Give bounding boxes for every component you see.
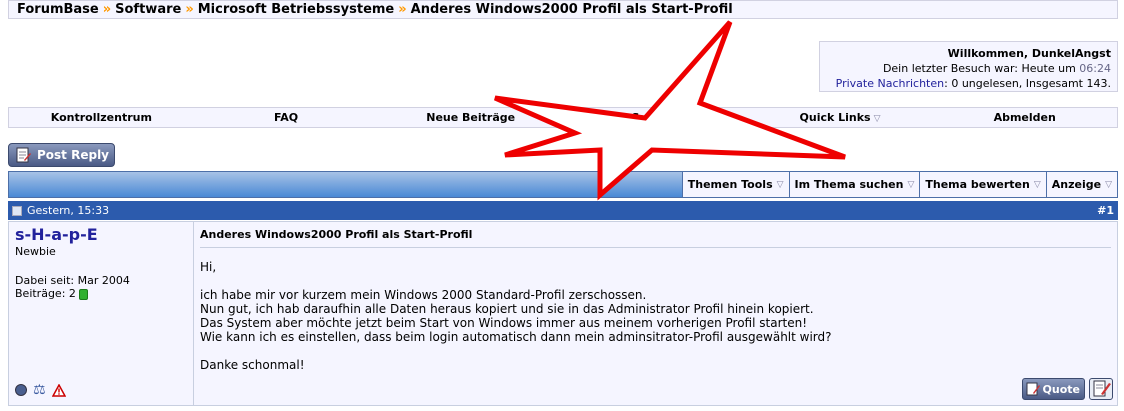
user-info: Dabei seit: Mar 2004 Beiträge: 2 — [15, 274, 187, 300]
nav-abmelden[interactable]: Abmelden — [932, 111, 1117, 124]
post-line: Nun gut, ich hab daraufhin alle Daten he… — [200, 302, 814, 316]
breadcrumb-forumbase[interactable]: ForumBase — [17, 2, 99, 17]
last-visit: Dein letzter Besuch war: Heute um 06:24 — [826, 61, 1111, 76]
quote-label: Quote — [1042, 382, 1080, 396]
quote-icon — [1026, 382, 1040, 396]
dropdown-arrow-icon: ▽ — [873, 114, 881, 124]
nav-label: Suche — [631, 111, 670, 124]
nav-label: Kontrollzentrum — [50, 111, 152, 124]
dropdown-arrow-icon: ▽ — [907, 179, 915, 190]
breadcrumb-ms-betriebssysteme[interactable]: Microsoft Betriebssysteme — [198, 2, 395, 17]
user-icons: ⚖ — [15, 382, 66, 397]
post-reply-button[interactable]: Post Reply — [8, 143, 115, 167]
dropdown-arrow-icon: ▽ — [776, 179, 784, 190]
edit-icon — [1093, 380, 1111, 397]
post-date: Gestern, 15:33 — [27, 204, 110, 217]
post-line: Danke schonmal! — [200, 358, 305, 372]
breadcrumb-separator: » — [185, 2, 194, 17]
nav-label: FAQ — [273, 111, 299, 124]
dropdown-arrow-icon: ▽ — [1033, 179, 1041, 190]
pm-counts: : 0 ungelesen, Insgesamt 143. — [944, 77, 1111, 90]
welcome-box: Willkommen, DunkelAngst Dein letzter Bes… — [819, 41, 1118, 92]
username-link[interactable]: s-H-a-p-E — [15, 225, 98, 244]
nav-faq[interactable]: FAQ — [194, 111, 379, 124]
message-pane: Anderes Windows2000 Profil als Start-Pro… — [194, 222, 1117, 405]
scale-icon[interactable]: ⚖ — [33, 383, 46, 397]
breadcrumb-separator: » — [398, 2, 407, 17]
thread-tools-bar: Themen Tools ▽ Im Thema suchen ▽ Thema bew… — [8, 171, 1118, 198]
breadcrumb-software[interactable]: Software — [115, 2, 181, 17]
last-visit-label: Dein letzter Besuch war: Heute um — [882, 62, 1076, 75]
navbar: Kontrollzentrum FAQ Neue Beiträge Suche ▽… — [8, 107, 1118, 128]
post-body: Hi, ich habe mir vor kurzem mein Windows… — [200, 260, 1111, 372]
nav-label: Quick Links — [799, 111, 871, 124]
user-title: Newbie — [15, 245, 56, 258]
quote-button[interactable]: Quote — [1021, 378, 1085, 400]
thread-tools: Themen Tools ▽ Im Thema suchen ▽ Thema bew… — [681, 172, 1117, 197]
nav-suche[interactable]: Suche ▽ — [563, 111, 748, 124]
post-number-link[interactable]: #1 — [1097, 204, 1114, 217]
tool-label: Themen Tools — [687, 178, 773, 191]
user-pane: s-H-a-p-E Newbie Dabei seit: Mar 2004 Be… — [9, 222, 194, 405]
breadcrumb-separator: » — [102, 2, 112, 17]
post-line: ich habe mir vor kurzem mein Windows 200… — [200, 288, 647, 302]
last-visit-time: 06:24 — [1079, 62, 1111, 75]
edit-button[interactable] — [1089, 378, 1113, 400]
private-messages-link[interactable]: Private Nachrichten — [836, 77, 945, 90]
report-icon[interactable] — [51, 382, 66, 397]
post-line: Wie kann ich es einstellen, dass beim lo… — [200, 330, 832, 344]
post-title: Anderes Windows2000 Profil als Start-Pro… — [200, 226, 1111, 248]
user-posts-row: Beiträge: 2 — [15, 287, 187, 300]
welcome-title: Willkommen, DunkelAngst — [947, 47, 1111, 60]
nav-quick-links[interactable]: Quick Links ▽ — [748, 111, 933, 124]
breadcrumb: ForumBase» Software» Microsoft Betriebssys… — [8, 0, 1118, 19]
status-icon — [15, 384, 27, 396]
nav-label: Abmelden — [993, 111, 1056, 124]
post-reply-label: Post Reply — [37, 148, 109, 162]
im-thema-suchen-menu[interactable]: Im Thema suchen ▽ — [788, 172, 920, 197]
post-line: Hi, — [200, 260, 217, 274]
thema-bewerten-menu[interactable]: Thema bewerten ▽ — [919, 172, 1046, 197]
nav-kontrollzentrum[interactable]: Kontrollzentrum — [9, 111, 194, 124]
post: s-H-a-p-E Newbie Dabei seit: Mar 2004 Be… — [8, 221, 1118, 406]
doc-icon — [12, 205, 22, 216]
post-header: Gestern, 15:33 #1 — [8, 201, 1118, 220]
user-posts: Beiträge: 2 — [15, 287, 76, 300]
anzeige-menu[interactable]: Anzeige ▽ — [1045, 172, 1117, 197]
tool-label: Anzeige — [1051, 178, 1102, 191]
reputation-icon — [79, 288, 89, 300]
post-buttons: Quote — [1021, 378, 1113, 400]
nav-label: Neue Beiträge — [426, 111, 516, 124]
user-joined: Dabei seit: Mar 2004 — [15, 274, 130, 287]
post-line: Das System aber möchte jetzt beim Start … — [200, 316, 808, 330]
post-reply-icon — [15, 147, 31, 163]
dropdown-arrow-icon: ▽ — [672, 114, 680, 124]
tool-label: Im Thema suchen — [794, 178, 904, 191]
themen-tools-menu[interactable]: Themen Tools ▽ — [681, 172, 789, 197]
dropdown-arrow-icon: ▽ — [1105, 179, 1112, 190]
breadcrumb-current-thread: Anderes Windows2000 Profil als Start-Pro… — [410, 2, 733, 17]
nav-neue-beitraege[interactable]: Neue Beiträge — [378, 111, 563, 124]
pm-info: Private Nachrichten: 0 ungelesen, Insges… — [826, 76, 1111, 91]
tool-label: Thema bewerten — [925, 178, 1030, 191]
